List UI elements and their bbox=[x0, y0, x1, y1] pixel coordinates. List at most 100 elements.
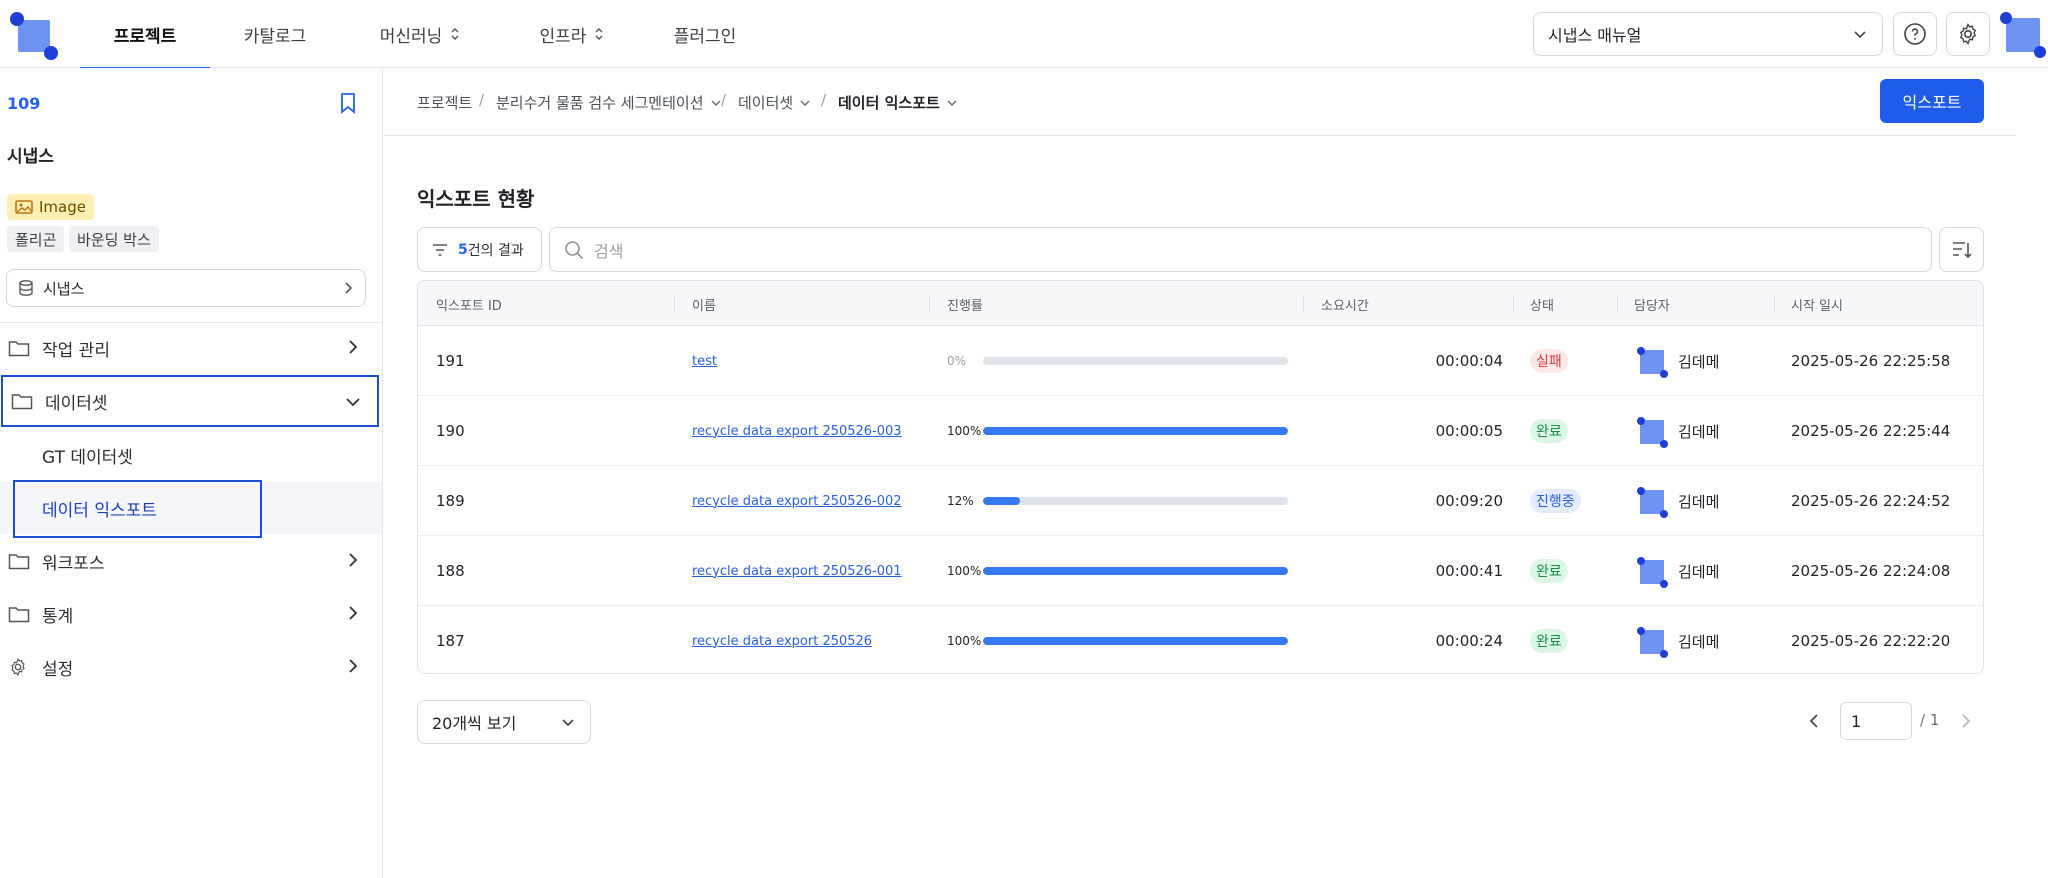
breadcrumb-projects[interactable]: 프로젝트 bbox=[417, 92, 472, 113]
filter-icon bbox=[433, 243, 447, 256]
folder-icon bbox=[11, 394, 33, 410]
sort-button[interactable] bbox=[1939, 227, 1984, 272]
project-name: 시냅스 bbox=[7, 147, 54, 167]
sidebar-item-workforce[interactable]: 워크포스 bbox=[0, 535, 382, 587]
tab-machine-learning[interactable]: 머신러닝 bbox=[360, 0, 480, 68]
settings-button[interactable] bbox=[1946, 12, 1990, 56]
chevron-right-icon bbox=[349, 553, 358, 567]
breadcrumb-dataset[interactable]: 데이터셋 bbox=[738, 92, 811, 113]
table-row[interactable]: 190 recycle data export 250526-003 100% 00:… bbox=[418, 396, 1983, 466]
sidebar-item-task-management[interactable]: 작업 관리 bbox=[0, 322, 382, 374]
owner-name: 김데메 bbox=[1678, 632, 1720, 651]
data-type-badge: Image bbox=[7, 194, 94, 220]
owner-name: 김데메 bbox=[1678, 492, 1720, 511]
owner-name: 김데메 bbox=[1678, 422, 1720, 441]
breadcrumb-data-export[interactable]: 데이터 익스포트 bbox=[838, 92, 958, 113]
export-name-link[interactable]: recycle data export 250526-002 bbox=[692, 466, 902, 536]
page-size-select[interactable]: 20개씩 보기 bbox=[417, 700, 591, 744]
owner-name: 김데메 bbox=[1678, 562, 1720, 581]
project-select[interactable]: 시냅스 bbox=[6, 269, 366, 307]
table-row[interactable]: 191 test 0% 00:00:04 실패 김데메 2025-05-26 22:25:5… bbox=[418, 326, 1983, 396]
folder-icon bbox=[8, 607, 30, 623]
breadcrumb: 프로젝트 / 분리수거 물품 검수 세그멘테이션 / 데이터셋 / 데이터 익스… bbox=[384, 68, 2016, 136]
search-placeholder: 검색 bbox=[594, 241, 624, 261]
updown-chevron-icon bbox=[595, 28, 603, 40]
started-at: 2025-05-26 22:24:52 bbox=[1791, 492, 1951, 510]
progress-percent: 100% bbox=[947, 564, 982, 578]
table-row[interactable]: 189 recycle data export 250526-002 12% 00:0… bbox=[418, 466, 1983, 536]
export-id: 189 bbox=[436, 492, 465, 510]
status-badge: 진행중 bbox=[1530, 489, 1581, 513]
tab-plugins[interactable]: 플러그인 bbox=[650, 0, 760, 68]
manual-select[interactable]: 시냅스 매뉴얼 bbox=[1533, 12, 1883, 56]
tab-projects[interactable]: 프로젝트 bbox=[80, 0, 210, 69]
sidebar-subitem-label: 데이터 익스포트 bbox=[42, 500, 157, 521]
help-button[interactable] bbox=[1893, 12, 1937, 56]
sidebar-item-statistics[interactable]: 통계 bbox=[0, 588, 382, 640]
project-id: 109 bbox=[7, 94, 41, 113]
tab-label: 프로젝트 bbox=[113, 26, 177, 47]
breadcrumb-separator: / bbox=[479, 91, 485, 109]
sidebar-item-label: 데이터셋 bbox=[45, 393, 108, 414]
export-name-link[interactable]: test bbox=[692, 326, 717, 396]
column-header-status: 상태 bbox=[1530, 299, 1554, 314]
folder-icon bbox=[8, 341, 30, 357]
sidebar-item-label: 통계 bbox=[42, 606, 74, 627]
column-divider bbox=[1617, 296, 1618, 312]
export-name-link[interactable]: recycle data export 250526 bbox=[692, 606, 872, 673]
status-badge: 완료 bbox=[1530, 559, 1568, 583]
project-select-value: 시냅스 bbox=[43, 279, 85, 298]
table-header: 익스포트 ID 이름 진행률 소요시간 상태 담당자 시작 일시 bbox=[418, 281, 1983, 326]
user-avatar[interactable] bbox=[2000, 12, 2046, 58]
sidebar-subitem-gt-dataset[interactable]: GT 데이터셋 bbox=[14, 429, 133, 481]
tab-catalog[interactable]: 카탈로그 bbox=[215, 0, 335, 68]
image-icon bbox=[15, 200, 33, 214]
progress-bar bbox=[983, 357, 1288, 365]
app-logo[interactable] bbox=[10, 12, 58, 60]
breadcrumb-project[interactable]: 분리수거 물품 검수 세그멘테이션 bbox=[496, 92, 722, 113]
progress-bar-fill bbox=[983, 567, 1288, 575]
tab-infra[interactable]: 인프라 bbox=[517, 0, 627, 68]
column-divider bbox=[1774, 296, 1775, 312]
sidebar-item-dataset[interactable]: 데이터셋 bbox=[1, 375, 379, 427]
sidebar-item-settings[interactable]: 설정 bbox=[0, 641, 382, 693]
progress-bar bbox=[983, 427, 1288, 435]
chevron-left-icon[interactable] bbox=[1806, 712, 1822, 730]
filter-button[interactable]: 5 건의 결과 bbox=[417, 227, 542, 272]
result-count-suffix: 건의 결과 bbox=[467, 242, 524, 259]
bookmark-icon[interactable] bbox=[338, 92, 358, 114]
started-at: 2025-05-26 22:25:44 bbox=[1791, 422, 1951, 440]
search-icon bbox=[565, 240, 584, 259]
sidebar-item-label: 작업 관리 bbox=[42, 340, 110, 361]
export-name-link[interactable]: recycle data export 250526-001 bbox=[692, 536, 902, 606]
column-header-progress: 진행률 bbox=[947, 299, 983, 314]
breadcrumb-label: 데이터 익스포트 bbox=[838, 94, 940, 112]
progress-bar bbox=[983, 637, 1288, 645]
table-row[interactable]: 187 recycle data export 250526 100% 00:00:2… bbox=[418, 606, 1983, 673]
export-button[interactable]: 익스포트 bbox=[1880, 79, 1984, 123]
chevron-right-icon bbox=[345, 282, 353, 294]
status-badge: 완료 bbox=[1530, 419, 1568, 443]
chevron-right-icon[interactable] bbox=[1958, 712, 1974, 730]
progress-percent: 12% bbox=[947, 494, 974, 508]
export-name-link[interactable]: recycle data export 250526-003 bbox=[692, 396, 902, 466]
column-header-owner: 담당자 bbox=[1634, 299, 1670, 314]
duration: 00:00:24 bbox=[1435, 632, 1503, 650]
started-at: 2025-05-26 22:24:08 bbox=[1791, 562, 1951, 580]
avatar bbox=[1637, 627, 1668, 658]
column-header-id: 익스포트 ID bbox=[436, 299, 502, 314]
avatar bbox=[1637, 347, 1668, 378]
tag-bounding-box: 바운딩 박스 bbox=[69, 226, 159, 252]
page-number-input[interactable]: 1 bbox=[1840, 702, 1912, 740]
data-type-label: Image bbox=[39, 198, 86, 216]
sidebar-subitem-data-export[interactable]: 데이터 익스포트 bbox=[14, 482, 157, 534]
status-badge: 실패 bbox=[1530, 349, 1568, 373]
search-input[interactable]: 검색 bbox=[549, 227, 1932, 272]
export-id: 187 bbox=[436, 632, 465, 650]
avatar bbox=[1637, 417, 1668, 448]
table-row[interactable]: 188 recycle data export 250526-001 100% 00:… bbox=[418, 536, 1983, 606]
progress-bar bbox=[983, 497, 1288, 505]
column-header-name: 이름 bbox=[692, 299, 716, 314]
page-size-value: 20개씩 보기 bbox=[432, 714, 517, 733]
column-divider bbox=[929, 296, 930, 312]
